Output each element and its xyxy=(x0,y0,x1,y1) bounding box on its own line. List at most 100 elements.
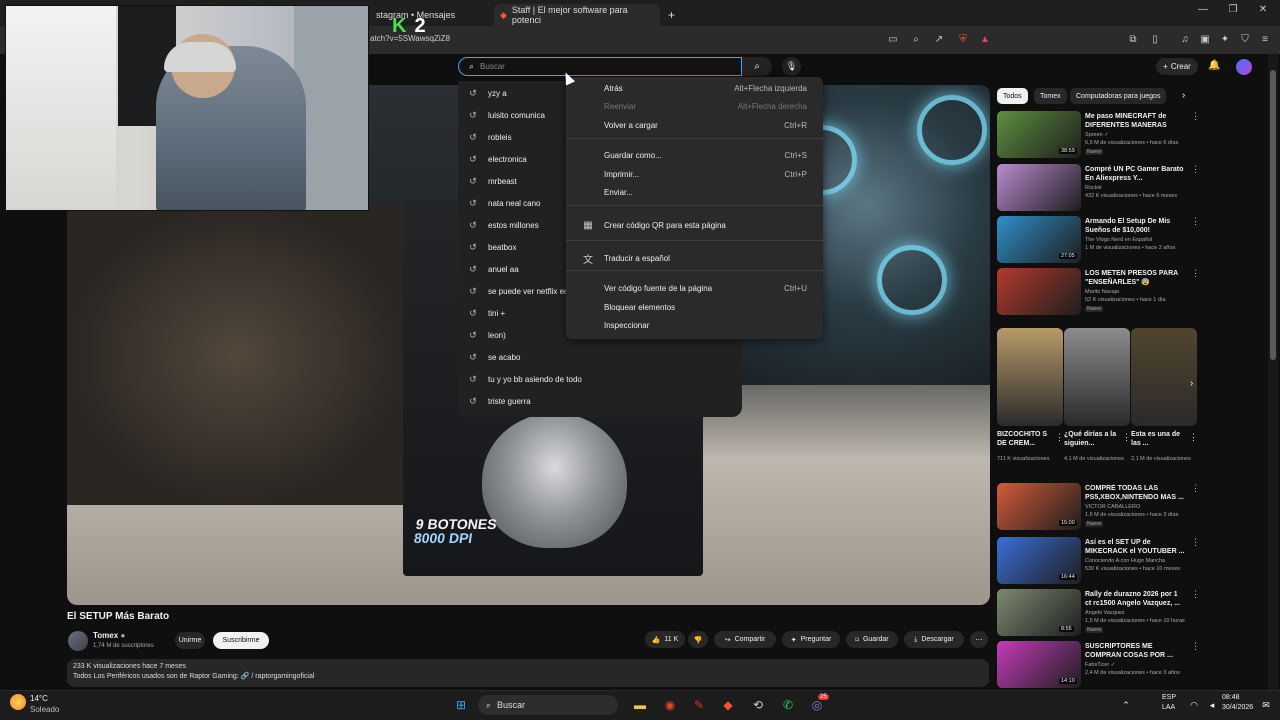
context-menu-item[interactable]: Ver código fuente de la página Ctrl+U xyxy=(566,279,823,297)
screen-cast-icon[interactable]: ▭ xyxy=(886,33,900,47)
recommended-video[interactable]: 15:00 COMPRÉ TODAS LAS PS5,XBOX,NINTENDO … xyxy=(997,483,1200,533)
maximize-icon[interactable]: ❐ xyxy=(1224,4,1242,20)
recommended-video[interactable]: LOS METEN PRESOS PARA "ENSEÑARLES" 😰 REA… xyxy=(997,268,1200,318)
create-button[interactable]: + Crear xyxy=(1156,58,1198,75)
volume-icon[interactable]: ◂ xyxy=(1202,695,1222,715)
notifications-icon[interactable]: 🔔 xyxy=(1208,60,1220,71)
search-suggestion[interactable]: ↺ se acabo xyxy=(458,346,742,368)
new-tab-button[interactable]: + xyxy=(662,4,682,26)
brave-rewards-icon[interactable]: ▲ xyxy=(978,33,992,47)
recommended-video[interactable]: 8:55 Rally de durazno 2026 por 1 ct rc150… xyxy=(997,589,1200,639)
more-actions-button[interactable]: ⋯ xyxy=(970,631,988,648)
video-thumbnail[interactable] xyxy=(997,268,1081,315)
brave-icon[interactable]: ◆ xyxy=(718,695,738,715)
more-icon[interactable]: ⋮ xyxy=(1191,537,1200,548)
music-icon[interactable]: ♫ xyxy=(1178,33,1192,47)
avatar[interactable] xyxy=(1236,59,1252,75)
context-menu-item[interactable]: Atrás Alt+Flecha izquierda xyxy=(566,79,823,97)
chip-gaming-pcs[interactable]: Computadoras para juegos xyxy=(1070,88,1167,104)
like-button[interactable]: 👍 11 K xyxy=(645,631,685,648)
save-button[interactable]: ⌑ Guardar xyxy=(846,631,898,648)
channel-name[interactable]: Angelo Vazquez xyxy=(1085,610,1125,616)
chrome-icon[interactable]: ◉ xyxy=(660,695,680,715)
ai-icon[interactable]: ✦ xyxy=(1218,33,1232,47)
more-icon[interactable]: ⋮ xyxy=(1191,216,1200,227)
start-icon[interactable]: ⊞ xyxy=(451,695,471,715)
vpn-icon[interactable]: ⛉ xyxy=(1238,33,1252,47)
search-button[interactable]: ⌕ xyxy=(742,57,772,76)
weather-sun-icon[interactable] xyxy=(10,694,26,710)
recommended-video[interactable]: 16:44 Así es el SET UP de MIKECRACK el YO… xyxy=(997,537,1200,587)
browser-tab-instagram[interactable]: stagram • Mensajes xyxy=(370,4,490,26)
channel-name[interactable]: Rockié xyxy=(1085,185,1102,191)
video-title[interactable]: Armando El Setup De Mis Sueños de $10,00… xyxy=(1085,217,1185,235)
context-menu-item[interactable]: Imprimir... Ctrl+P xyxy=(566,165,823,183)
notifications-icon[interactable]: ✉ xyxy=(1256,695,1276,715)
close-icon[interactable]: ✕ xyxy=(1254,4,1272,20)
recommended-video[interactable]: 14:10 SUSCRIPTORES ME COMPRAN COSAS POR .… xyxy=(997,641,1200,691)
chevron-up-icon[interactable]: ⌃ xyxy=(1116,695,1136,715)
share-icon[interactable]: ↗ xyxy=(932,33,946,47)
chip-tomex[interactable]: Tomex xyxy=(1034,88,1067,104)
channel-avatar[interactable] xyxy=(68,631,88,651)
brave-shields-icon[interactable]: ⛨ xyxy=(956,33,970,47)
chevron-right-icon[interactable]: › xyxy=(1182,90,1185,101)
voice-search-button[interactable]: 🎙 xyxy=(782,57,801,76)
recommended-video[interactable]: 27:05 Armando El Setup De Mis Sueños de $… xyxy=(997,216,1200,266)
channel-name[interactable]: Spreen ✓ xyxy=(1085,132,1109,138)
extensions-icon[interactable]: ⧉ xyxy=(1126,33,1140,47)
context-menu-item[interactable]: ⽂ Traducir a español xyxy=(566,249,823,267)
recommended-video[interactable]: Compré UN PC Gamer Barato En Aliexpress … xyxy=(997,164,1200,214)
channel-name[interactable]: Tomex ● xyxy=(93,631,125,640)
short-thumbnail[interactable] xyxy=(1064,328,1130,426)
search-suggestion[interactable]: ↺ triste guerra xyxy=(458,390,742,412)
wallet-icon[interactable]: ▣ xyxy=(1198,33,1212,47)
more-icon[interactable]: ⋮ xyxy=(1191,164,1200,175)
share-button[interactable]: ↪ Compartir xyxy=(714,631,776,648)
sidebar-icon[interactable]: ▯ xyxy=(1148,33,1162,47)
more-icon[interactable]: ⋮ xyxy=(1191,483,1200,494)
ask-button[interactable]: ✦ Preguntar xyxy=(782,631,840,648)
clock-time[interactable]: 08:48 xyxy=(1222,694,1240,701)
chevron-right-icon[interactable]: › xyxy=(1190,378,1193,389)
video-title[interactable]: Compré UN PC Gamer Barato En Aliexpress … xyxy=(1085,165,1185,183)
search-input[interactable]: ⌕ Buscar xyxy=(458,57,742,76)
recommended-video[interactable]: 38:59 Me paso MINECRAFT de DIFERENTES MAN… xyxy=(997,111,1200,161)
more-icon[interactable]: ⋮ xyxy=(1191,589,1200,600)
video-title[interactable]: Así es el SET UP de MIKECRACK el YOUTUBE… xyxy=(1085,538,1185,556)
channel-name[interactable]: Conociendo A con Hugo Mancha xyxy=(1085,558,1165,564)
short-title[interactable]: Esta es una de las ... xyxy=(1131,430,1191,448)
weather-temp[interactable]: 14°C xyxy=(30,694,48,703)
channel-name[interactable]: Marito Navaja xyxy=(1085,289,1119,295)
context-menu-item[interactable]: Volver a cargar Ctrl+R xyxy=(566,116,823,134)
subscribe-button[interactable]: Suscribirme xyxy=(213,632,269,649)
context-menu-item[interactable]: ▦ Crear código QR para esta página xyxy=(566,216,823,234)
browser-tab-staff[interactable]: ◆ Staff | El mejor software para potenci xyxy=(494,4,660,26)
context-menu-item[interactable]: Bloquear elementos xyxy=(566,298,823,316)
chip-all[interactable]: Todos xyxy=(997,88,1028,104)
short-title[interactable]: BIZCOCHITO S DE CREM... xyxy=(997,430,1057,448)
menu-icon[interactable]: ≡ xyxy=(1258,33,1272,47)
file-explorer-icon[interactable]: ▬ xyxy=(630,695,650,715)
whatsapp-icon[interactable]: ✆ xyxy=(778,695,798,715)
more-icon[interactable]: ⋮ xyxy=(1191,268,1200,279)
acrobat-icon[interactable]: ✎ xyxy=(689,695,709,715)
join-button[interactable]: Unirme xyxy=(175,632,205,649)
short-title[interactable]: ¿Qué dirías a la siguien... xyxy=(1064,430,1124,448)
more-icon[interactable]: ⋮ xyxy=(1191,111,1200,122)
channel-name[interactable]: FabsTicer ✓ xyxy=(1085,662,1115,668)
context-menu-item[interactable]: Guardar como... Ctrl+S xyxy=(566,146,823,164)
more-icon[interactable]: ⋮ xyxy=(1191,641,1200,652)
context-menu-item[interactable]: Inspeccionar xyxy=(566,316,823,334)
video-title[interactable]: COMPRÉ TODAS LAS PS5,XBOX,NINTENDO MAS .… xyxy=(1085,484,1185,502)
description-box[interactable]: 233 K visualizaciones hace 7 meses Todos… xyxy=(67,659,989,687)
channel-name[interactable]: VICTOR CABALLERO xyxy=(1085,504,1140,510)
video-thumbnail[interactable] xyxy=(997,164,1081,211)
short-thumbnail[interactable] xyxy=(997,328,1063,426)
channel-name[interactable]: The Vlogs Nerd en Español xyxy=(1085,237,1152,243)
dislike-button[interactable]: 👎 xyxy=(688,631,708,648)
video-title[interactable]: SUSCRIPTORES ME COMPRAN COSAS POR ... xyxy=(1085,642,1185,660)
context-menu-item[interactable]: Enviar... xyxy=(566,183,823,201)
taskbar-search[interactable]: ⌕ Buscar xyxy=(478,695,618,715)
short-thumbnail[interactable] xyxy=(1131,328,1197,426)
